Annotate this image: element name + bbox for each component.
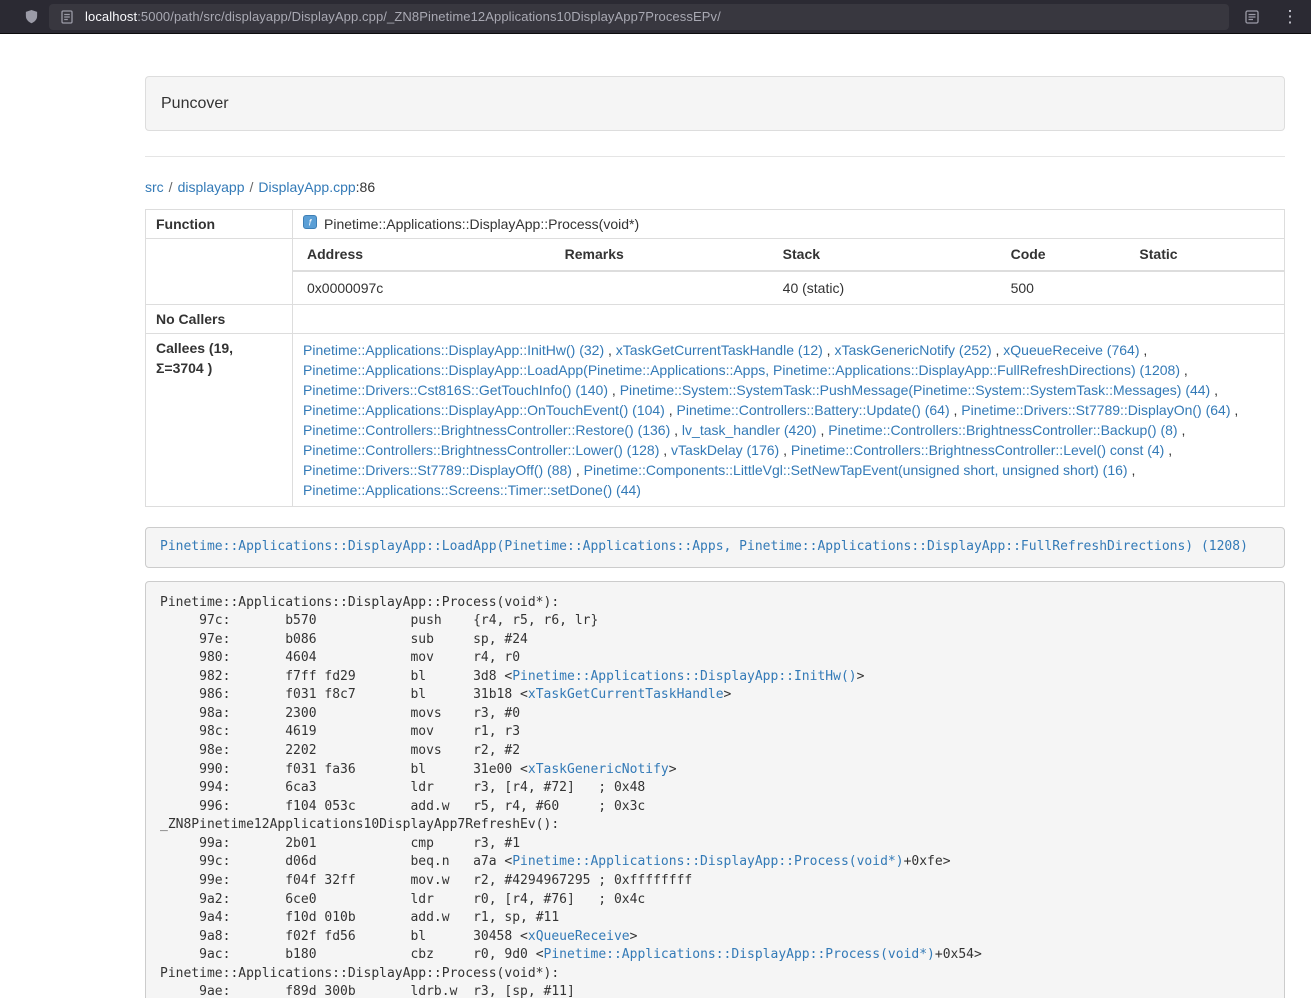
callee-link[interactable]: xTaskGetCurrentTaskHandle (12): [616, 342, 823, 358]
remarks-value: [551, 271, 769, 304]
address-value: 0x0000097c: [293, 271, 551, 304]
function-row: Function f Pinetime::Applications::Displ…: [146, 210, 1285, 239]
code-size-value: 500: [997, 271, 1126, 304]
callee-link[interactable]: Pinetime::Drivers::Cst816S::GetTouchInfo…: [303, 382, 608, 398]
callee-link[interactable]: xQueueReceive (764): [1003, 342, 1139, 358]
page-icon: [61, 10, 73, 24]
metrics-header-row: Address Remarks Stack Code Static: [293, 239, 1284, 271]
stack-value: 40 (static): [769, 271, 997, 304]
callee-link[interactable]: vTaskDelay (176): [671, 442, 779, 458]
callee-link[interactable]: Pinetime::Controllers::BrightnessControl…: [303, 442, 659, 458]
no-callers-label: No Callers: [146, 305, 293, 334]
col-header-static: Static: [1125, 239, 1284, 271]
breadcrumb-separator: /: [169, 179, 173, 195]
callees-cell: Pinetime::Applications::DisplayApp::Init…: [293, 334, 1285, 507]
shield-icon[interactable]: [24, 9, 39, 24]
callee-link[interactable]: Pinetime::Drivers::St7789::DisplayOff() …: [303, 462, 572, 478]
callee-link[interactable]: Pinetime::Applications::DisplayApp::OnTo…: [303, 402, 665, 418]
metrics-row: Address Remarks Stack Code Static 0x0000…: [146, 239, 1285, 305]
callees-label: Callees (19, Σ=3704 ): [146, 334, 293, 507]
symbol-link[interactable]: Pinetime::Applications::DisplayApp::Load…: [160, 539, 1248, 554]
callee-link[interactable]: Pinetime::Controllers::Battery::Update()…: [677, 402, 950, 418]
disassembly-code: Pinetime::Applications::DisplayApp::Proc…: [145, 581, 1285, 998]
breadcrumb-link-src[interactable]: src: [145, 179, 164, 195]
callee-link[interactable]: Pinetime::Applications::Screens::Timer::…: [303, 482, 641, 498]
function-detail-table: Function f Pinetime::Applications::Displ…: [145, 209, 1285, 507]
callee-link[interactable]: xTaskGenericNotify (252): [834, 342, 991, 358]
metrics-table: Address Remarks Stack Code Static 0x0000…: [293, 239, 1284, 304]
callee-link[interactable]: Pinetime::Controllers::BrightnessControl…: [303, 422, 670, 438]
callee-link[interactable]: Pinetime::System::SystemTask::PushMessag…: [620, 382, 1211, 398]
callee-link[interactable]: Pinetime::Drivers::St7789::DisplayOn() (…: [961, 402, 1230, 418]
app-title-panel: Puncover: [145, 76, 1285, 131]
callees-row: Callees (19, Σ=3704 ) Pinetime::Applicat…: [146, 334, 1285, 507]
symbol-panel: Pinetime::Applications::DisplayApp::Load…: [145, 527, 1285, 568]
callee-link[interactable]: lv_task_handler (420): [682, 422, 817, 438]
col-header-code: Code: [997, 239, 1126, 271]
col-header-stack: Stack: [769, 239, 997, 271]
function-icon: f: [303, 214, 317, 234]
metrics-values-row: 0x0000097c 40 (static) 500: [293, 271, 1284, 304]
callee-link[interactable]: Pinetime::Controllers::BrightnessControl…: [828, 422, 1177, 438]
page-title: Puncover: [161, 95, 229, 112]
breadcrumb-separator: /: [250, 179, 254, 195]
code-symbol-link[interactable]: Pinetime::Applications::DisplayApp::Proc…: [512, 854, 903, 869]
static-value: [1125, 271, 1284, 304]
function-name: Pinetime::Applications::DisplayApp::Proc…: [324, 214, 639, 234]
breadcrumb-link-displayapp[interactable]: displayapp: [178, 179, 245, 195]
breadcrumb: src/displayapp/DisplayApp.cpp:86: [145, 177, 1285, 197]
page-container: Puncover src/displayapp/DisplayApp.cpp:8…: [145, 34, 1285, 998]
reader-view-icon[interactable]: [1245, 10, 1259, 24]
callee-link[interactable]: Pinetime::Applications::DisplayApp::Load…: [303, 362, 1180, 378]
menu-icon[interactable]: ⋮: [1281, 8, 1299, 25]
url-path: :5000/path/src/displayapp/DisplayApp.cpp…: [137, 9, 721, 24]
callee-link[interactable]: Pinetime::Controllers::BrightnessControl…: [791, 442, 1164, 458]
divider: [145, 156, 1285, 157]
col-header-address: Address: [293, 239, 551, 271]
code-symbol-link[interactable]: xTaskGenericNotify: [528, 762, 669, 777]
url-host: localhost: [85, 9, 137, 24]
code-symbol-link[interactable]: Pinetime::Applications::DisplayApp::Proc…: [544, 947, 935, 962]
code-symbol-link[interactable]: Pinetime::Applications::DisplayApp::Init…: [512, 669, 856, 684]
breadcrumb-link-file[interactable]: DisplayApp.cpp: [258, 179, 355, 195]
function-label: Function: [146, 210, 293, 239]
callee-link[interactable]: Pinetime::Components::LittleVgl::SetNewT…: [584, 462, 1128, 478]
code-symbol-link[interactable]: xQueueReceive: [528, 929, 630, 944]
breadcrumb-line-number: :86: [356, 179, 375, 195]
url-text: localhost:5000/path/src/displayapp/Displ…: [85, 9, 721, 24]
no-callers-row: No Callers: [146, 305, 1285, 334]
callee-link[interactable]: Pinetime::Applications::DisplayApp::Init…: [303, 342, 604, 358]
url-bar[interactable]: localhost:5000/path/src/displayapp/Displ…: [49, 4, 1229, 30]
code-symbol-link[interactable]: xTaskGetCurrentTaskHandle: [528, 687, 724, 702]
browser-toolbar: localhost:5000/path/src/displayapp/Displ…: [0, 0, 1311, 34]
col-header-remarks: Remarks: [551, 239, 769, 271]
